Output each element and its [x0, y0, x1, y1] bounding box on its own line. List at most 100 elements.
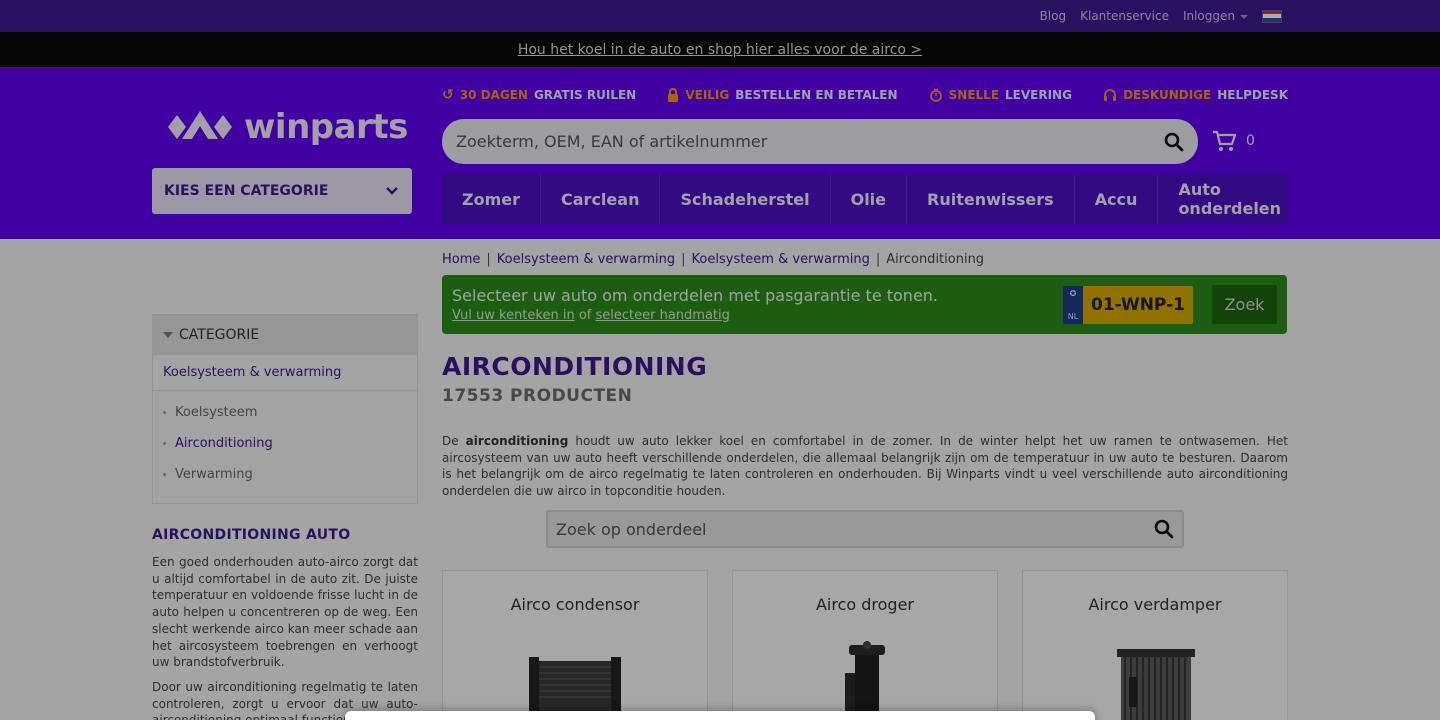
usp-delivery: SNELLE LEVERING [929, 87, 1072, 103]
search-icon[interactable] [1164, 132, 1184, 152]
triangle-down-icon [163, 332, 173, 338]
login-menu[interactable]: Inloggen [1183, 9, 1248, 23]
promo-link[interactable]: Hou het koel in de auto en shop hier all… [518, 42, 922, 58]
usp-bar: ↺ 30 DAGEN GRATIS RUILEN VEILIG BESTELLE… [442, 87, 1288, 103]
breadcrumb-item[interactable]: Koelsysteem & verwarming [497, 252, 675, 267]
chevron-down-icon [386, 187, 398, 195]
car-selector-links: Vul uw kenteken in of selecteer handmati… [452, 308, 730, 323]
category-intro: De airconditioning houdt uw auto lekker … [442, 433, 1288, 499]
intro-pre: De [442, 434, 466, 448]
sidebar-paragraph: Een goed onderhouden auto-airco zorgt da… [152, 555, 418, 670]
sidebar-heading: AIRCONDITIONING AUTO [152, 527, 351, 543]
license-plate-input[interactable]: ✪ NL 01-WNP-1 [1063, 286, 1193, 324]
bullet-icon [163, 411, 166, 414]
enter-plate-link[interactable]: Vul uw kenteken in [452, 308, 575, 323]
usp-text: LEVERING [1005, 88, 1072, 102]
category-item-label: Airconditioning [175, 436, 273, 451]
plate-search-button[interactable]: Zoek [1212, 285, 1277, 324]
modal-dialog[interactable] [345, 711, 1095, 720]
condenser-image [443, 633, 707, 720]
usp-returns: ↺ 30 DAGEN GRATIS RUILEN [442, 87, 636, 103]
category-dropdown-label: KIES EEN CATEGORIE [164, 183, 329, 199]
drier-image [733, 633, 997, 720]
card-airco-condensor[interactable]: Airco condensor [442, 570, 708, 720]
category-dropdown[interactable]: KIES EEN CATEGORIE [152, 168, 412, 214]
breadcrumb-home[interactable]: Home [442, 252, 480, 267]
nav-item-ruitenwissers[interactable]: Ruitenwissers [907, 174, 1075, 224]
cart-button[interactable]: 0 [1212, 130, 1255, 152]
breadcrumb: Home | Koelsysteem & verwarming | Koelsy… [442, 252, 984, 267]
dutch-flag-icon[interactable] [1262, 9, 1282, 23]
usp-highlight: SNELLE [948, 88, 1000, 102]
eu-stars-icon: ✪ [1069, 289, 1077, 298]
usp-text: GRATIS RUILEN [533, 88, 637, 102]
site-search-input[interactable] [456, 132, 1164, 151]
category-panel-title: CATEGORIE [179, 327, 260, 343]
category-item-verwarming[interactable]: Verwarming [153, 459, 417, 490]
category-panel-header[interactable]: CATEGORIE [153, 315, 417, 355]
breadcrumb-separator: | [875, 252, 881, 267]
product-count: 17553 PRODUCTEN [442, 386, 633, 406]
card-airco-verdamper[interactable]: Airco verdamper [1022, 570, 1288, 720]
cart-count: 0 [1246, 133, 1255, 149]
car-selector: Selecteer uw auto om onderdelen met pasg… [442, 275, 1287, 334]
usp-secure: VEILIG BESTELLEN EN BETALEN [667, 87, 898, 103]
customer-service-link[interactable]: Klantenservice [1080, 9, 1169, 23]
eu-plate-badge: ✪ NL [1063, 286, 1083, 324]
card-title: Airco condensor [510, 595, 640, 614]
promo-bar: Hou het koel in de auto en shop hier all… [0, 32, 1440, 67]
card-title: Airco verdamper [1088, 595, 1222, 614]
category-panel: CATEGORIE Koelsysteem & verwarming Koels… [152, 314, 418, 504]
usp-highlight: 30 DAGEN [459, 88, 528, 102]
login-label: Inloggen [1182, 9, 1235, 23]
category-item-label: Koelsysteem [175, 405, 258, 420]
category-item-label: Verwarming [175, 467, 253, 482]
winparts-logo[interactable]: winparts [168, 107, 408, 147]
site-header: winparts ↺ 30 DAGEN GRATIS RUILEN VEILIG… [0, 67, 1440, 239]
category-item-airconditioning[interactable]: Airconditioning [153, 428, 417, 459]
page-title: AIRCONDITIONING [442, 352, 708, 381]
select-manually-link[interactable]: selecteer handmatig [596, 308, 730, 323]
bullet-icon [163, 473, 166, 476]
site-search-bar [442, 119, 1198, 164]
card-airco-droger[interactable]: Airco droger [732, 570, 998, 720]
utility-links: Blog Klantenservice Inloggen [1040, 0, 1282, 32]
subcategory-grid: Airco condensor Airco droger Airco verda [442, 570, 1288, 720]
breadcrumb-separator: | [486, 252, 491, 267]
search-icon[interactable] [1154, 519, 1174, 539]
nav-item-olie[interactable]: Olie [831, 174, 908, 224]
category-list: Koelsysteem Airconditioning Verwarming [153, 391, 417, 490]
category-item-koelsysteem[interactable]: Koelsysteem [153, 397, 417, 428]
usp-text: HELPDESK [1217, 88, 1288, 102]
breadcrumb-item[interactable]: Koelsysteem & verwarming [692, 252, 870, 267]
chevron-down-icon [1240, 14, 1248, 19]
headset-icon [1104, 89, 1117, 101]
top-utility-bar: Blog Klantenservice Inloggen [0, 0, 1440, 32]
stopwatch-icon [929, 88, 942, 102]
intro-bold: airconditioning [465, 434, 569, 448]
blog-link[interactable]: Blog [1040, 9, 1067, 23]
usp-helpdesk: DESKUNDIGE HELPDESK [1103, 87, 1288, 103]
category-parent-link[interactable]: Koelsysteem & verwarming [153, 355, 417, 391]
plate-country: NL [1067, 312, 1079, 321]
cart-icon [1213, 130, 1236, 151]
or-text: of [578, 308, 592, 323]
evaporator-image [1023, 633, 1287, 720]
bullet-icon [163, 442, 166, 445]
logo-text: winparts [244, 107, 408, 147]
nav-item-carclean[interactable]: Carclean [541, 174, 661, 224]
logo-mark-icon [168, 111, 232, 139]
plate-number: 01-WNP-1 [1083, 286, 1193, 324]
nav-item-auto-onderdelen[interactable]: Auto onderdelen [1158, 174, 1301, 224]
car-selector-title: Selecteer uw auto om onderdelen met pasg… [452, 286, 939, 305]
card-title: Airco droger [815, 595, 915, 614]
usp-text: BESTELLEN EN BETALEN [735, 88, 898, 102]
part-search-bar [546, 510, 1184, 548]
breadcrumb-separator: | [681, 252, 686, 267]
usp-highlight: VEILIG [685, 88, 730, 102]
nav-item-zomer[interactable]: Zomer [442, 174, 542, 224]
nav-item-accu[interactable]: Accu [1075, 174, 1159, 224]
part-search-input[interactable] [556, 519, 1154, 539]
main-nav: Zomer Carclean Schadeherstel Olie Ruiten… [442, 174, 1288, 224]
nav-item-schadeherstel[interactable]: Schadeherstel [660, 174, 831, 224]
